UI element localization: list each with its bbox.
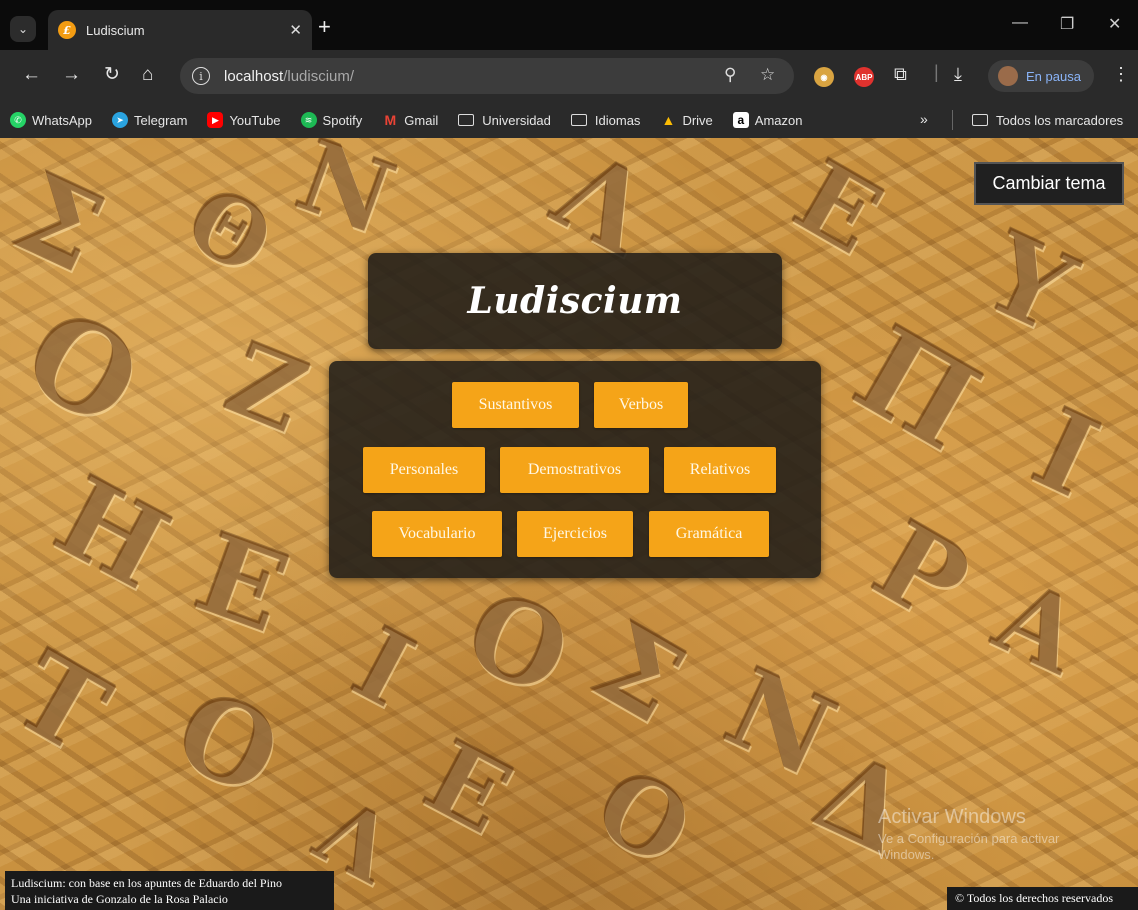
amazon-icon: a [732,112,749,128]
all-bookmarks-folder[interactable]: Todos los marcadores [972,102,1123,138]
bookmark-label: Amazon [754,112,803,128]
bookmark-spotify[interactable]: ≋ Spotify [300,112,363,128]
reload-icon[interactable]: ↻ [104,64,120,86]
address-bar[interactable]: i localhost/ludiscium/ ⚲ ☆ [180,58,794,94]
bookmark-label: Telegram [133,112,188,128]
browser-toolbar: ← → ↻ ⌂ i localhost/ludiscium/ ⚲ ☆ ◉ ABP… [0,50,1138,102]
url-path: /ludiscium/ [283,67,355,85]
demostrativos-button[interactable]: Demostrativos [500,447,649,493]
personales-button[interactable]: Personales [363,447,485,493]
page-viewport: Σ Θ Ν Λ Ε Υ Ο Ζ Π Ι Η Ε Ρ Α Τ Ο Ι Ο Σ Ν … [0,138,1138,910]
gramatica-button[interactable]: Gramática [649,511,769,557]
url-host: localhost [224,67,284,85]
credits-footer: Ludiscium: con base en los apuntes de Ed… [5,871,334,910]
vocabulario-button[interactable]: Vocabulario [372,511,502,557]
watermark-title: Activar Windows [878,806,1026,828]
tab-title: Ludiscium [86,22,145,38]
sustantivos-button[interactable]: Sustantivos [452,382,579,428]
youtube-icon: ▶ [207,112,224,128]
more-bookmarks-icon[interactable]: » [920,111,928,127]
telegram-icon: ➤ [111,112,128,128]
credits-line-2: Una iniciativa de Gonzalo de la Rosa Pal… [11,892,228,906]
title-card: Ludiscium [368,253,782,349]
avatar [998,66,1018,86]
bookmark-drive[interactable]: ▲ Drive [660,112,713,128]
main-menu: Sustantivos Verbos Personales Demostrati… [329,361,821,578]
minimize-icon[interactable]: — [1012,14,1028,32]
bookmark-idiomas[interactable]: Idiomas [570,112,641,128]
new-tab-icon[interactable]: + [318,16,331,38]
window-close-icon[interactable]: ✕ [1108,14,1121,34]
adblock-plus-icon[interactable]: ABP [854,67,874,87]
gmail-icon: M [384,112,397,128]
bookmark-label: Drive [682,112,713,128]
zoom-icon[interactable]: ⚲ [724,65,736,85]
ludiscium-favicon-icon: £ [58,21,76,39]
bookmark-label: YouTube [229,112,281,128]
restore-icon[interactable]: ❐ [1060,14,1074,34]
bookmarks-divider [952,110,953,130]
tab-strip: ⌄ £ Ludiscium ✕ + — ❐ ✕ [0,0,1138,50]
verbos-button[interactable]: Verbos [594,382,688,428]
extension-owl-icon[interactable]: ◉ [814,67,834,87]
spotify-icon: ≋ [300,112,317,128]
site-info-icon[interactable]: i [192,67,210,85]
home-icon[interactable]: ⌂ [142,64,153,86]
all-bookmarks-label: Todos los marcadores [996,112,1124,128]
ejercicios-button[interactable]: Ejercicios [517,511,633,557]
profile-status: En pausa [1026,68,1081,84]
bookmark-universidad[interactable]: Universidad [458,113,551,128]
back-icon[interactable]: ← [22,64,41,86]
whatsapp-icon: ✆ [10,112,26,128]
bookmark-label: Idiomas [594,112,641,128]
copyright-footer: © Todos los derechos reservados [947,887,1138,910]
watermark-subtitle: Ve a Configuración para activar Windows. [878,831,1060,862]
drive-icon: ▲ [661,112,676,128]
bookmark-label: Gmail [404,112,439,128]
windows-activation-watermark: Activar Windows Ve a Configuración para … [878,806,1108,863]
bookmark-amazon[interactable]: a Amazon [732,112,803,128]
more-menu-icon[interactable]: ⋮ [1112,64,1130,85]
folder-icon [570,114,587,126]
forward-icon[interactable]: → [62,64,81,86]
page-title: Ludiscium [467,280,683,322]
folder-icon [458,114,475,126]
bookmark-label: WhatsApp [32,112,92,128]
theme-toggle-button[interactable]: Cambiar tema [974,162,1124,205]
bookmark-star-icon[interactable]: ☆ [760,65,775,85]
profile-button[interactable]: En pausa [988,60,1094,92]
bookmark-label: Universidad [482,112,551,128]
folder-icon [972,114,988,126]
bookmark-label: Spotify [322,112,363,128]
bookmark-gmail[interactable]: M Gmail [382,112,438,128]
credits-line-1: Ludiscium: con base en los apuntes de Ed… [11,876,282,890]
close-icon[interactable]: ✕ [289,21,302,39]
bookmarks-bar: ✆ WhatsApp ➤ Telegram ▶ YouTube ≋ Spotify MG… [0,102,1138,138]
bookmark-youtube[interactable]: ▶ YouTube [207,112,281,128]
download-icon[interactable]: ⤓ [954,64,962,85]
bookmark-telegram[interactable]: ➤ Telegram [111,112,188,128]
tab-search-chevron-icon[interactable]: ⌄ [10,16,36,42]
tab-ludiscium[interactable]: £ Ludiscium ✕ [48,10,312,50]
bookmark-whatsapp[interactable]: ✆ WhatsApp [10,112,92,128]
relativos-button[interactable]: Relativos [664,447,776,493]
toolbar-divider: | [934,62,939,82]
extensions-puzzle-icon[interactable]: ⧉ [894,64,907,85]
